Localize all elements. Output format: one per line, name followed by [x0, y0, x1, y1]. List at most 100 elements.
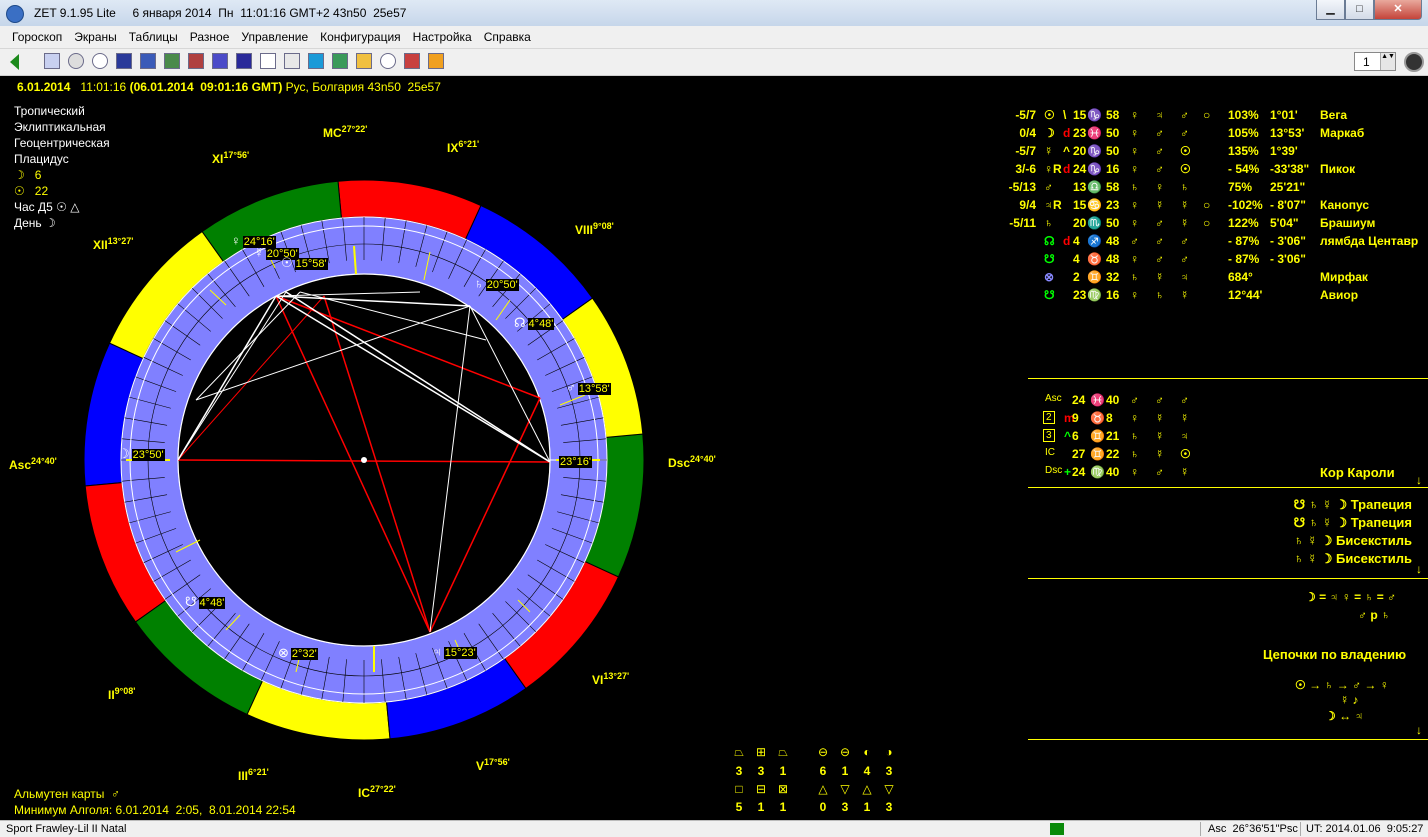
chart-planet[interactable]: 23°16' [557, 453, 592, 468]
planet-orb: 5'04" [1270, 216, 1299, 230]
calc-icon[interactable] [284, 53, 300, 69]
configuration-row[interactable]: ☋ ♄ ☿ ☽ Трапеция [1294, 497, 1412, 513]
planet-sign: ♉ [1087, 252, 1102, 266]
planet-pct: 122% [1228, 216, 1259, 230]
angle-r2: ♂ [1155, 465, 1164, 479]
planet-deg: 23 [1073, 126, 1087, 140]
warning-icon[interactable] [428, 53, 444, 69]
book-icon[interactable] [260, 53, 276, 69]
element-stat-icon: ⏢ [778, 745, 788, 759]
quality-stat-icon: ▽ [840, 782, 850, 796]
direction-icon[interactable] [308, 53, 324, 69]
chart-planet[interactable]: ☉ 15°58' [281, 255, 328, 271]
planet-icon[interactable] [68, 53, 84, 69]
table-icon[interactable] [164, 53, 180, 69]
planet-pct: 684° [1228, 270, 1253, 284]
angle-deg: 27 [1072, 447, 1086, 461]
divider-4 [1028, 739, 1428, 740]
angle-r1: ♄ [1130, 447, 1139, 461]
menu-misc[interactable]: Разное [184, 26, 236, 48]
revolution-icon[interactable] [332, 53, 348, 69]
chart-planet[interactable]: ☽ 23°50' [118, 446, 165, 462]
planet-r2: ♂ [1155, 162, 1164, 176]
configuration-row[interactable]: ♄ ☿ ☽ Бисекстиль [1294, 551, 1412, 567]
planet-orb: 1°39' [1270, 144, 1298, 158]
scroll-down-icon[interactable]: ↓ [1416, 473, 1422, 487]
maximize-button[interactable]: □ [1345, 0, 1374, 20]
scroll-down-icon-2[interactable]: ↓ [1416, 562, 1422, 576]
chart-planet[interactable]: ⊗ 2°32' [278, 645, 318, 661]
chart-icon[interactable] [116, 53, 132, 69]
page-spinner[interactable]: 1 ▲▼ [1354, 52, 1396, 71]
angle-min: 40 [1106, 465, 1120, 479]
planet-r3: ☉ [1180, 144, 1191, 158]
planet-min: 58 [1106, 180, 1120, 194]
map-icon[interactable] [140, 53, 156, 69]
configuration-glyphs: ♄ ☿ ☽ [1294, 533, 1337, 548]
planet-min: 50 [1106, 144, 1120, 158]
aspect-icon[interactable] [188, 53, 204, 69]
menu-settings[interactable]: Настройка [407, 26, 478, 48]
planet-pct: 105% [1228, 126, 1259, 140]
angle-r3: ♃ [1180, 429, 1189, 443]
chart-planet[interactable]: ♄ 20°50' [474, 276, 519, 291]
chart-planet[interactable]: ☊ 4°48' [514, 315, 555, 331]
equality-row-1: ☽ = ♃ ♀ = ♄ = ♂ [1305, 590, 1397, 604]
planet-glyph: ☋ [1044, 288, 1055, 302]
planet-glyph: ⊗ [1044, 270, 1055, 284]
back-arrow-icon[interactable] [10, 54, 19, 70]
configuration-row[interactable]: ☋ ♄ ☿ ☽ Трапеция [1294, 515, 1412, 531]
spinner-value[interactable]: 1 [1363, 55, 1370, 69]
planet-min: 48 [1106, 252, 1120, 266]
wheel-icon[interactable] [92, 53, 108, 69]
planet-orb: 25'21" [1270, 180, 1306, 194]
menu-control[interactable]: Управление [235, 26, 314, 48]
scroll-down-icon-3[interactable]: ↓ [1416, 723, 1422, 737]
angle-mark: + [1064, 465, 1072, 479]
configuration-glyphs: ☋ ♄ ☿ ☽ [1293, 497, 1351, 512]
settings-dial-icon[interactable] [1404, 52, 1424, 72]
natal-chart-wheel[interactable] [0, 75, 1000, 795]
menu-horoscope[interactable]: Гороскоп [6, 26, 68, 48]
planet-deg: 24 [1073, 162, 1087, 176]
menu-tables[interactable]: Таблицы [123, 26, 184, 48]
equality-row-2: ♂ p ♄ [1358, 608, 1390, 622]
menu-configuration[interactable]: Конфигурация [314, 26, 407, 48]
angle-min: 40 [1106, 393, 1120, 407]
planet-r2: ♄ [1155, 288, 1164, 302]
planet-pct: -102% [1228, 198, 1263, 212]
close-button[interactable]: ✕ [1374, 0, 1422, 20]
planet-score: -5/7 [1015, 108, 1036, 122]
star-icon[interactable] [356, 53, 372, 69]
chart-planet[interactable]: ☋ 4°48' [185, 594, 226, 610]
quality-stat-icon: △ [862, 782, 872, 796]
menu-help[interactable]: Справка [478, 26, 537, 48]
almuten-label: Альмутен карты ♂ [14, 787, 121, 801]
angle-deg: 24 [1072, 393, 1086, 407]
angle-r3: ♂ [1180, 393, 1189, 407]
chart-planet[interactable]: ♂ 13°58' [566, 380, 611, 395]
angle-r1: ♄ [1130, 429, 1139, 443]
planet-mark: \ [1063, 108, 1067, 122]
quality-stat-value: 1 [863, 800, 871, 814]
planet-degree: 15°58' [294, 258, 328, 270]
chart-planet[interactable]: ♃ 15°23' [432, 644, 477, 659]
grid-icon[interactable] [44, 53, 60, 69]
configuration-row[interactable]: ♄ ☿ ☽ Бисекстиль [1294, 533, 1412, 549]
planet-sign: ♐ [1087, 234, 1102, 248]
planet-score: -5/7 [1015, 144, 1036, 158]
planet-r2: ♂ [1155, 252, 1164, 266]
sun-icon[interactable] [380, 53, 396, 69]
quality-stat-value: 3 [885, 800, 893, 814]
planet-star: Вега [1320, 108, 1348, 122]
menu-screens[interactable]: Экраны [68, 26, 122, 48]
planet-score: 0/4 [1019, 126, 1036, 140]
spinner-arrows-icon[interactable]: ▲▼ [1380, 53, 1395, 70]
planet-min: 16 [1106, 162, 1120, 176]
planet-glyph-icon: ♄ [474, 276, 484, 291]
graph-icon[interactable] [212, 53, 228, 69]
minimize-button[interactable]: ▁ [1316, 0, 1345, 20]
tools-icon[interactable] [404, 53, 420, 69]
angle-r1: ♀ [1130, 411, 1139, 425]
transit-icon[interactable] [236, 53, 252, 69]
